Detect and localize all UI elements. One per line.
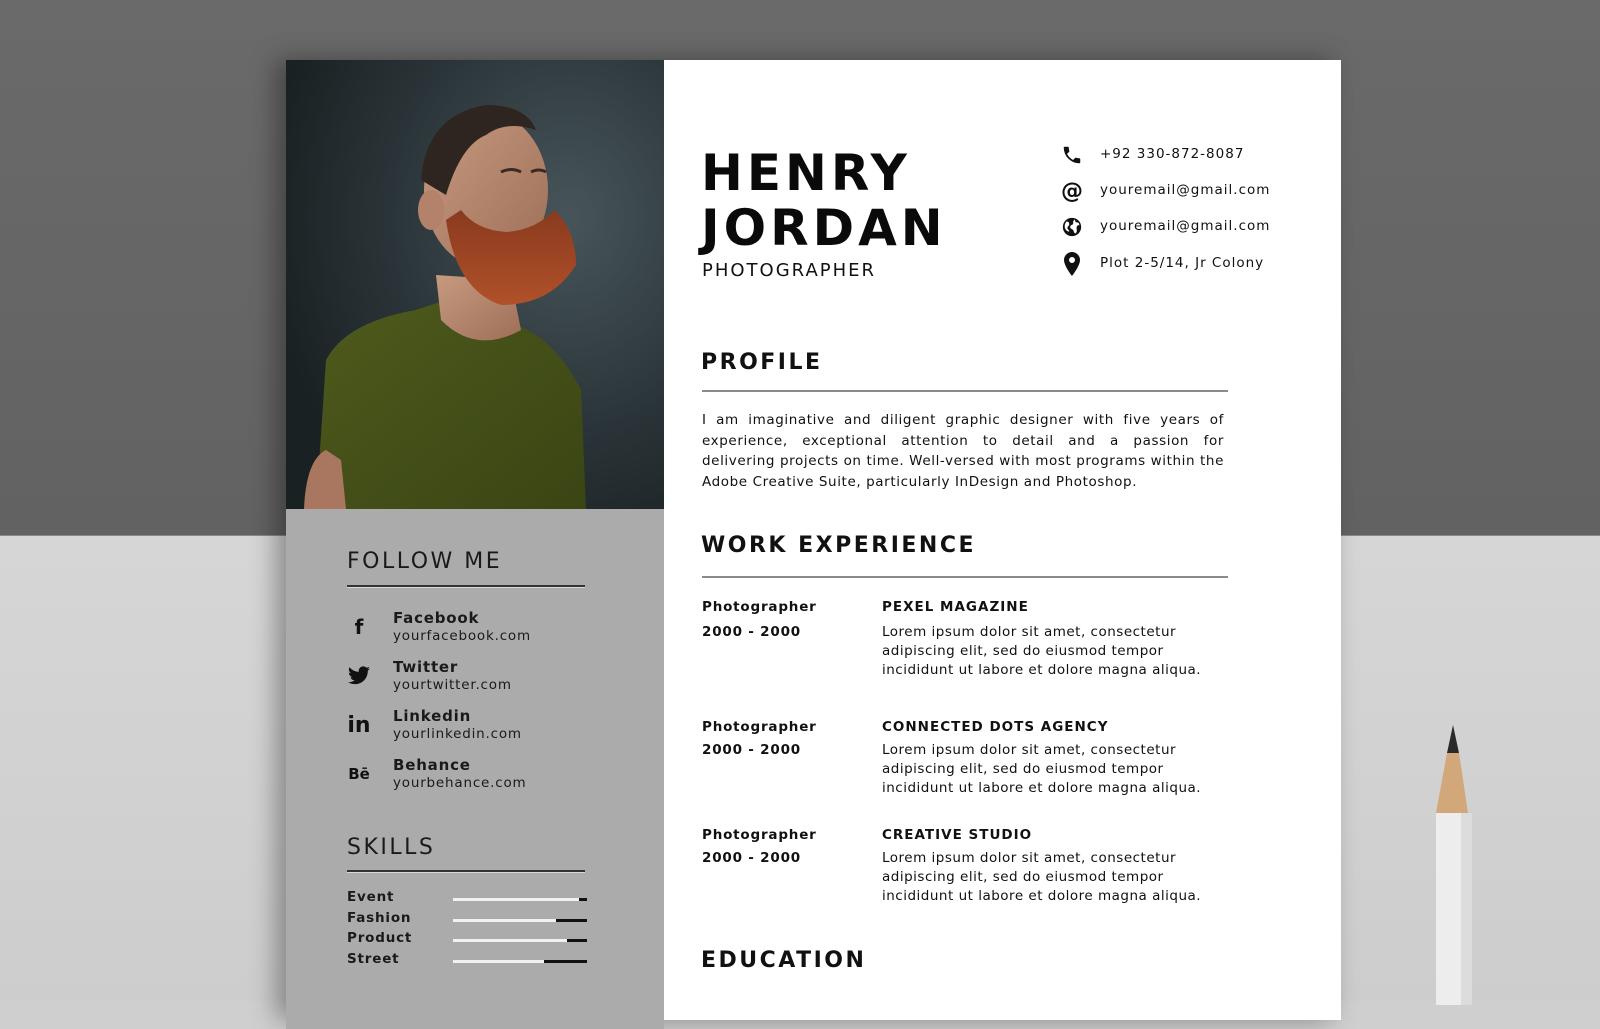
job-dates: 2000 - 2000 — [702, 850, 801, 866]
social-name: Twitter — [393, 658, 459, 676]
social-url[interactable]: yourtwitter.com — [393, 677, 512, 693]
last-name: JORDAN — [701, 199, 947, 257]
skills-heading: SKILLS — [347, 835, 436, 860]
follow-me-rule — [347, 585, 585, 587]
contact-text[interactable]: youremail@gmail.com — [1100, 182, 1270, 198]
job-company: CONNECTED DOTS AGENCY — [882, 719, 1109, 735]
skill-bar-fill — [453, 960, 545, 963]
skill-bar — [453, 939, 587, 942]
job-entry: Photographer 2000 - 2000 CREATIVE STUDIO… — [702, 827, 1242, 927]
pencil-wood — [1436, 753, 1468, 813]
pencil-lead — [1447, 725, 1459, 753]
skill-bar-fill — [453, 919, 557, 922]
job-entry: Photographer 2000 - 2000 CONNECTED DOTS … — [702, 719, 1242, 819]
profile-text: I am imaginative and diligent graphic de… — [702, 412, 1224, 490]
job-description: Lorem ipsum dolor sit amet, consectetur … — [882, 624, 1202, 678]
work-experience-rule — [702, 576, 1228, 578]
social-name: Linkedin — [393, 707, 472, 725]
globe-icon — [1061, 216, 1083, 238]
skills-rule — [347, 870, 585, 872]
job-role: PHOTOGRAPHER — [702, 260, 877, 281]
profile-photo — [286, 60, 664, 509]
job-title: Photographer — [702, 827, 817, 843]
education-heading: EDUCATION — [701, 948, 867, 973]
twitter-icon — [347, 664, 371, 688]
skill-row: Fashion — [347, 910, 587, 928]
pencil-prop — [1433, 725, 1475, 1013]
linkedin-icon: in — [347, 712, 371, 738]
job-entry: Photographer 2000 - 2000 PEXEL MAGAZINE … — [702, 599, 1242, 699]
social-name: Facebook — [393, 609, 480, 627]
at-icon: @ — [1061, 178, 1083, 204]
portrait-illustration — [286, 60, 664, 509]
skill-bar — [453, 898, 587, 901]
social-name: Behance — [393, 756, 471, 774]
sidebar: FOLLOW ME f Facebook yourfacebook.com Tw… — [286, 509, 664, 1029]
job-dates: 2000 - 2000 — [702, 742, 801, 758]
facebook-icon: f — [354, 615, 364, 639]
job-title: Photographer — [702, 719, 817, 735]
behance-icon: Bē — [348, 765, 370, 783]
skill-row: Street — [347, 951, 587, 969]
social-url[interactable]: yourfacebook.com — [393, 628, 531, 644]
contact-website: youremail@gmail.com — [1061, 216, 1301, 242]
contact-text: Plot 2-5/14, Jr Colony — [1100, 255, 1265, 271]
skill-label: Product — [347, 930, 413, 946]
contact-phone: +92 330-872-8087 — [1061, 144, 1301, 170]
skill-row: Product — [347, 930, 587, 948]
job-dates: 2000 - 2000 — [702, 624, 801, 640]
job-title: Photographer — [702, 599, 817, 615]
skill-row: Event — [347, 889, 587, 907]
pencil-illustration — [1436, 725, 1472, 1013]
skill-bar — [453, 919, 587, 922]
profile-heading: PROFILE — [701, 350, 823, 375]
contact-text[interactable]: +92 330-872-8087 — [1100, 146, 1244, 162]
skill-label: Street — [347, 951, 400, 967]
social-url[interactable]: yourlinkedin.com — [393, 726, 522, 742]
first-name: HENRY — [701, 144, 911, 202]
job-description: Lorem ipsum dolor sit amet, consectetur … — [882, 850, 1202, 904]
location-pin-icon — [1061, 252, 1083, 276]
follow-me-heading: FOLLOW ME — [347, 549, 503, 574]
profile-rule — [702, 390, 1228, 392]
social-item-facebook[interactable]: f Facebook yourfacebook.com — [347, 609, 587, 655]
job-company: CREATIVE STUDIO — [882, 827, 1033, 843]
contact-text[interactable]: youremail@gmail.com — [1100, 218, 1270, 234]
skill-bar-fill — [453, 939, 567, 942]
social-item-twitter[interactable]: Twitter yourtwitter.com — [347, 658, 587, 704]
phone-icon — [1061, 144, 1083, 166]
social-url[interactable]: yourbehance.com — [393, 775, 526, 791]
ear-shape — [418, 190, 444, 230]
social-item-linkedin[interactable]: in Linkedin yourlinkedin.com — [347, 707, 587, 753]
skill-label: Event — [347, 889, 395, 905]
skill-bar — [453, 960, 587, 963]
contact-email: @ youremail@gmail.com — [1061, 178, 1301, 206]
twitter-bird-glyph — [348, 666, 370, 685]
job-company: PEXEL MAGAZINE — [882, 599, 1029, 615]
skill-label: Fashion — [347, 910, 412, 926]
job-description: Lorem ipsum dolor sit amet, consectetur … — [882, 742, 1202, 796]
pencil-body-shade — [1461, 813, 1472, 1013]
work-experience-heading: WORK EXPERIENCE — [701, 533, 976, 558]
social-item-behance[interactable]: Bē Behance yourbehance.com — [347, 756, 587, 802]
skill-bar-fill — [453, 898, 579, 901]
resume-page: FOLLOW ME f Facebook yourfacebook.com Tw… — [286, 60, 1341, 1029]
contact-address: Plot 2-5/14, Jr Colony — [1061, 252, 1301, 279]
